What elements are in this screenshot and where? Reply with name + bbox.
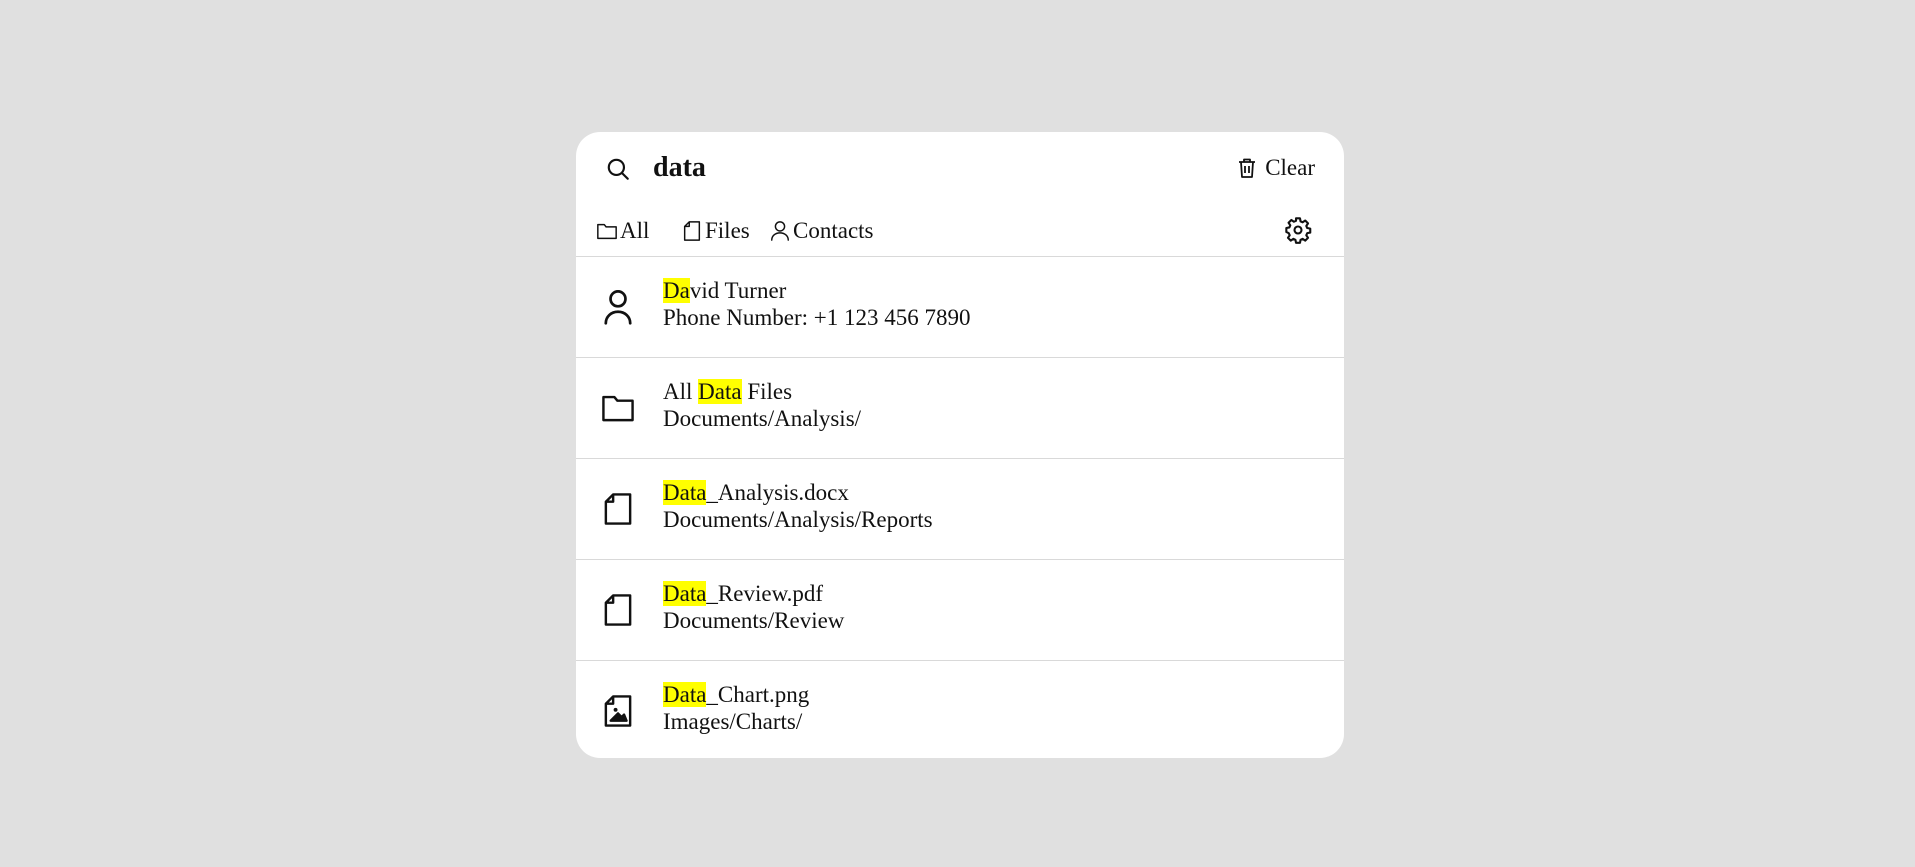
tab-all-label: All bbox=[620, 218, 650, 243]
tab-contacts-label: Contacts bbox=[793, 218, 874, 243]
tab-files-label: Files bbox=[705, 218, 750, 243]
result-title: Data_Chart.png bbox=[663, 682, 810, 707]
folder-icon bbox=[602, 395, 634, 422]
filter-tabs: All Files Contacts bbox=[576, 216, 1344, 256]
list-item[interactable]: Data_Chart.png Images/Charts/ bbox=[576, 661, 1344, 758]
list-item[interactable]: Data_Review.pdf Documents/Review bbox=[576, 560, 1344, 661]
trash-icon bbox=[1239, 158, 1256, 178]
result-title: David Turner bbox=[663, 278, 787, 303]
person-icon bbox=[771, 221, 789, 241]
clear-button-label: Clear bbox=[1265, 155, 1315, 180]
image-file-icon bbox=[604, 695, 632, 727]
result-subtitle: Documents/Review bbox=[663, 608, 845, 633]
tab-files[interactable]: Files bbox=[681, 216, 750, 246]
result-title: Data_Review.pdf bbox=[663, 581, 824, 606]
results-list: David Turner Phone Number: +1 123 456 78… bbox=[576, 256, 1344, 758]
search-input[interactable]: data bbox=[653, 152, 706, 184]
result-title: All Data Files bbox=[663, 379, 793, 404]
search-panel: data Clear All Files Contacts David Turn… bbox=[576, 132, 1344, 758]
result-text: Data_Chart.png Images/Charts/ bbox=[663, 681, 809, 735]
list-item[interactable]: All Data Files Documents/Analysis/ bbox=[576, 358, 1344, 459]
clear-button[interactable]: Clear bbox=[1235, 153, 1315, 183]
list-item[interactable]: David Turner Phone Number: +1 123 456 78… bbox=[576, 257, 1344, 358]
result-text: David Turner Phone Number: +1 123 456 78… bbox=[663, 277, 970, 331]
file-icon bbox=[604, 594, 632, 626]
result-subtitle: Documents/Analysis/Reports bbox=[663, 507, 933, 532]
match-highlight: Data bbox=[698, 379, 742, 404]
search-bar: data Clear bbox=[576, 132, 1344, 204]
match-highlight: Data bbox=[663, 682, 707, 707]
match-highlight: Data bbox=[663, 581, 707, 606]
result-subtitle: Documents/Analysis/ bbox=[663, 406, 862, 431]
person-icon bbox=[604, 290, 632, 325]
folder-icon bbox=[597, 223, 617, 240]
result-text: All Data Files Documents/Analysis/ bbox=[663, 378, 861, 432]
tab-all[interactable]: All bbox=[596, 216, 649, 246]
result-text: Data_Review.pdf Documents/Review bbox=[663, 580, 844, 634]
file-icon bbox=[683, 221, 701, 241]
gear-icon[interactable] bbox=[1284, 216, 1312, 244]
tab-contacts[interactable]: Contacts bbox=[769, 216, 874, 246]
file-icon bbox=[604, 493, 632, 525]
result-text: Data_Analysis.docx Documents/Analysis/Re… bbox=[663, 479, 933, 533]
result-subtitle: Phone Number: +1 123 456 7890 bbox=[663, 305, 971, 330]
match-highlight: Data bbox=[663, 480, 707, 505]
match-highlight: Da bbox=[663, 278, 690, 303]
search-icon bbox=[607, 158, 629, 180]
list-item[interactable]: Data_Analysis.docx Documents/Analysis/Re… bbox=[576, 459, 1344, 560]
result-subtitle: Images/Charts/ bbox=[663, 709, 803, 734]
result-title: Data_Analysis.docx bbox=[663, 480, 849, 505]
